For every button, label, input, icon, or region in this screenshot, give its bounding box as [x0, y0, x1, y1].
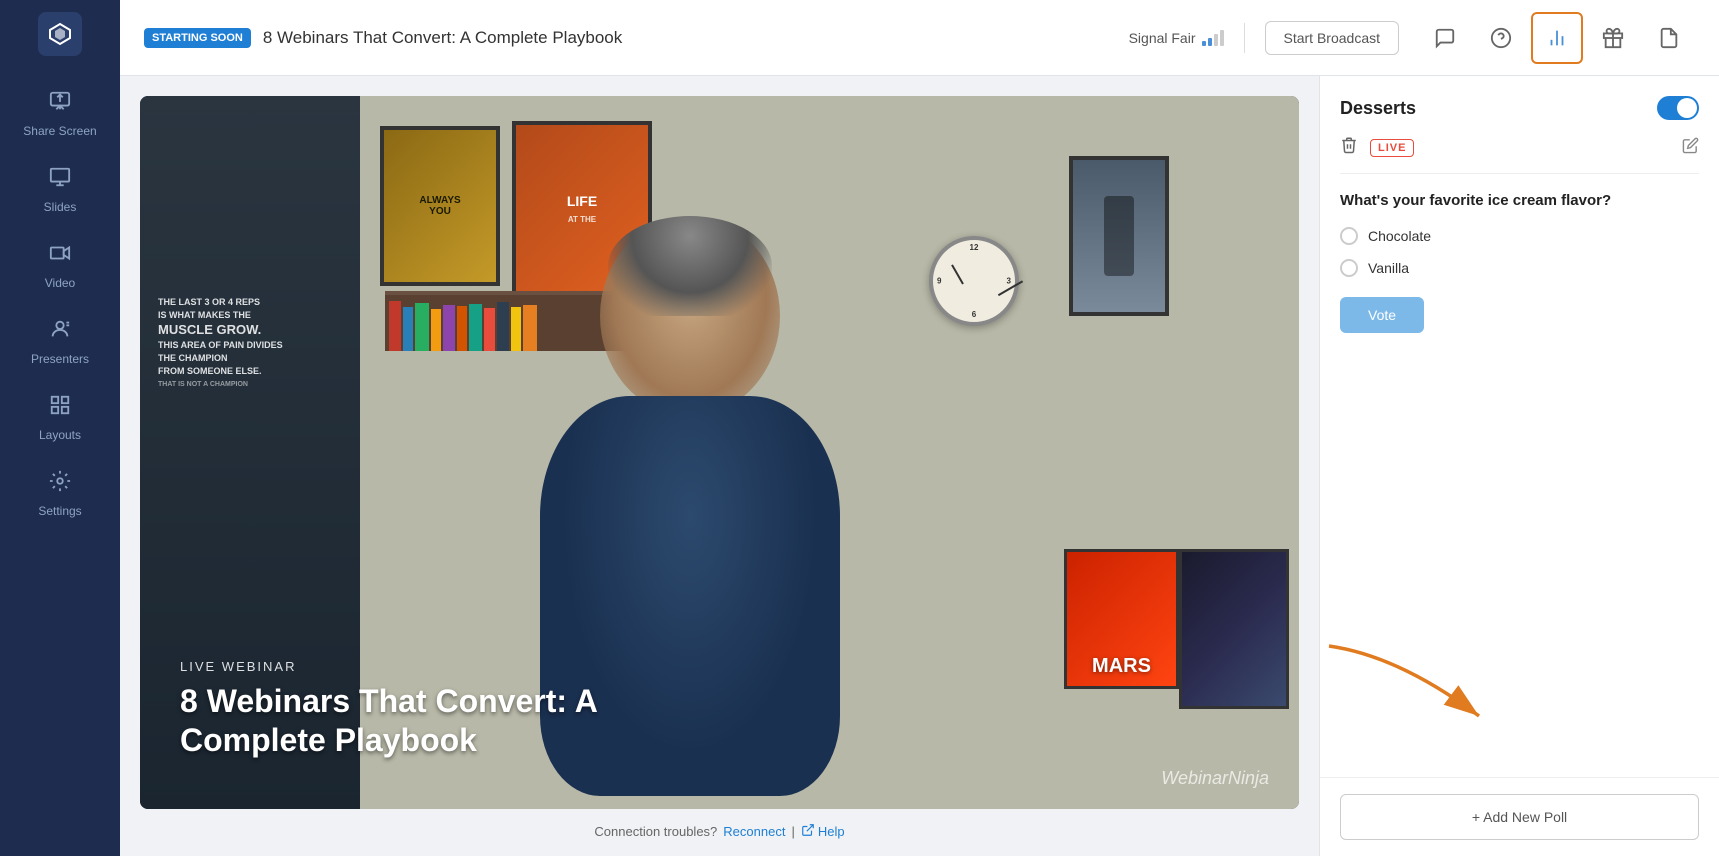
- video-brand: WebinarNinja: [1161, 768, 1269, 789]
- help-text: Help: [818, 824, 845, 839]
- layouts-icon: [49, 394, 71, 422]
- video-title: 8 Webinars That Convert: A Complete Play…: [180, 682, 660, 759]
- sidebar-item-share-screen[interactable]: Share Screen: [0, 76, 120, 152]
- signal-area: Signal Fair: [1129, 30, 1224, 46]
- sidebar-label-video: Video: [45, 276, 75, 290]
- presenters-icon: [49, 318, 71, 346]
- sidebar-item-video[interactable]: Video: [0, 228, 120, 304]
- offer-icon-button[interactable]: [1587, 12, 1639, 64]
- video-frame: THE LAST 3 OR 4 REPSIS WHAT MAKES THEMUS…: [140, 96, 1299, 809]
- sidebar-item-slides[interactable]: Slides: [0, 152, 120, 228]
- poll-option-chocolate: Chocolate: [1340, 227, 1699, 245]
- sidebar-label-slides: Slides: [44, 200, 77, 214]
- video-label: LIVE WEBINAR: [180, 659, 660, 674]
- video-footer: Connection troubles? Reconnect | Help: [140, 823, 1299, 840]
- poll-question: What's your favorite ice cream flavor?: [1340, 192, 1699, 209]
- main-area: STARTING SOON 8 Webinars That Convert: A…: [120, 0, 1719, 856]
- status-badge: STARTING SOON: [144, 28, 251, 48]
- share-screen-icon: [49, 90, 71, 118]
- connection-text: Connection troubles?: [594, 824, 717, 839]
- help-link[interactable]: Help: [801, 823, 845, 840]
- video-icon: [49, 242, 71, 270]
- panel-footer: + Add New Poll: [1320, 777, 1719, 856]
- sidebar-item-layouts[interactable]: Layouts: [0, 380, 120, 456]
- sidebar-label-presenters: Presenters: [31, 352, 89, 366]
- radio-vanilla[interactable]: [1340, 259, 1358, 277]
- sidebar-item-presenters[interactable]: Presenters: [0, 304, 120, 380]
- sidebar-label-share-screen: Share Screen: [23, 124, 96, 138]
- settings-icon: [49, 470, 71, 498]
- reconnect-link[interactable]: Reconnect: [723, 824, 785, 839]
- video-overlay: LIVE WEBINAR 8 Webinars That Convert: A …: [180, 659, 660, 759]
- footer-divider: |: [791, 824, 794, 839]
- polls-icon-button[interactable]: [1531, 12, 1583, 64]
- topbar: STARTING SOON 8 Webinars That Convert: A…: [120, 0, 1719, 76]
- poll-toggle[interactable]: [1657, 96, 1699, 120]
- webinar-title: 8 Webinars That Convert: A Complete Play…: [263, 28, 622, 48]
- toolbar-icons: [1419, 12, 1695, 64]
- start-broadcast-button[interactable]: Start Broadcast: [1265, 21, 1400, 55]
- vote-button[interactable]: Vote: [1340, 297, 1424, 333]
- chat-icon-button[interactable]: [1419, 12, 1471, 64]
- delete-icon[interactable]: [1340, 136, 1358, 159]
- sidebar-label-settings: Settings: [38, 504, 81, 518]
- signal-bars-icon: [1202, 30, 1224, 46]
- live-badge: LIVE: [1370, 139, 1414, 157]
- question-icon-button[interactable]: [1475, 12, 1527, 64]
- video-background: THE LAST 3 OR 4 REPSIS WHAT MAKES THEMUS…: [140, 96, 1299, 809]
- option-label-chocolate: Chocolate: [1368, 228, 1431, 244]
- right-panel: Desserts LIVE: [1319, 76, 1719, 856]
- signal-label: Signal Fair: [1129, 30, 1196, 46]
- content-area: THE LAST 3 OR 4 REPSIS WHAT MAKES THEMUS…: [120, 76, 1719, 856]
- option-label-vanilla: Vanilla: [1368, 260, 1409, 276]
- sidebar-item-settings[interactable]: Settings: [0, 456, 120, 532]
- edit-icon[interactable]: [1682, 137, 1699, 159]
- sidebar-label-layouts: Layouts: [39, 428, 81, 442]
- app-logo: [38, 12, 82, 56]
- video-area: THE LAST 3 OR 4 REPSIS WHAT MAKES THEMUS…: [120, 76, 1319, 856]
- poll-option-vanilla: Vanilla: [1340, 259, 1699, 277]
- handout-icon-button[interactable]: [1643, 12, 1695, 64]
- sidebar: Share Screen Slides Video Presenters: [0, 0, 120, 856]
- poll-actions: LIVE: [1340, 136, 1699, 174]
- add-poll-button[interactable]: + Add New Poll: [1340, 794, 1699, 840]
- poll-name: Desserts: [1340, 98, 1416, 119]
- topbar-divider: [1244, 23, 1245, 53]
- slides-icon: [49, 166, 71, 194]
- radio-chocolate[interactable]: [1340, 227, 1358, 245]
- help-icon: [801, 823, 815, 840]
- panel-content: Desserts LIVE: [1320, 76, 1719, 777]
- poll-header: Desserts: [1340, 96, 1699, 120]
